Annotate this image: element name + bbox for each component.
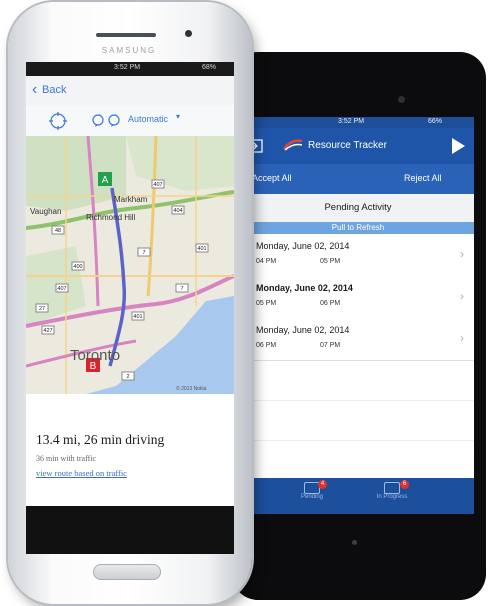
chevron-right-icon: › [460,289,464,303]
activity-start: 04 PM [256,258,277,265]
phone-brand-logo: SAMSUNG [101,46,157,55]
highway-shield: 401 [197,246,206,252]
highway-shield: 407 [153,182,162,188]
speech-bubble-icon[interactable] [92,114,104,127]
tablet-status-bar: 3:52 PM 66% [242,117,474,128]
accept-all-button[interactable]: Accept All [252,173,292,183]
tablet-home-dot [352,540,357,545]
route-info-panel: 13.4 mi, 26 min driving 36 min with traf… [26,394,234,506]
highway-shield: 2 [126,374,129,380]
phone-nav-bar: ‹ Back [26,76,234,107]
tablet-screen: 3:52 PM 66% Resource Tracker Accept All … [242,117,474,514]
tablet-camera [398,96,405,103]
phone-home-button[interactable] [93,564,161,580]
activity-end: 07 PM [320,342,341,349]
activity-row[interactable]: Monday, June 02, 2014 04 PM 05 PM › [242,234,474,277]
activity-date: Monday, June 02, 2014 [256,283,353,293]
page-title: Resource Tracker [308,140,387,151]
map-toolbar: Automatic ▾ [26,106,234,137]
tablet-status-battery: 66% [428,118,443,125]
map-label-vaughan: Vaughan [30,207,61,216]
highway-shield: 427 [43,328,52,334]
route-mode-dropdown[interactable]: Automatic [128,114,168,124]
reject-all-button[interactable]: Reject All [404,173,442,183]
map-label-toronto: Toronto [70,347,120,364]
phone-screen: 3:52 PM 68% ‹ Back Automatic ▾ A B Vaugh… [26,62,234,554]
tab-pending-label: Pending [300,494,324,500]
play-icon[interactable] [450,137,466,155]
phone-status-battery: 68% [202,64,217,71]
chevron-right-icon: › [460,331,464,345]
phone-status-bar: 3:52 PM 68% [26,62,234,76]
map-attribution: © 2013 Nokia [176,385,207,392]
phone-status-time: 3:52 PM [114,64,141,71]
activity-date: Monday, June 02, 2014 [256,241,350,251]
activity-start: 05 PM [256,300,277,307]
empty-row [242,400,474,441]
tablet-tab-bar: 4 Pending 6 In Progress [242,478,474,514]
highway-shield: 404 [173,208,182,214]
speech-bubble-icon[interactable] [108,114,120,127]
highway-shield: 407 [57,286,66,292]
activity-row[interactable]: Monday, June 02, 2014 05 PM 06 PM › [242,276,474,319]
tab-in-progress[interactable]: 6 In Progress [362,480,422,512]
map-label-richmond-hill: Richmond Hill [86,213,136,222]
empty-row [242,360,474,401]
back-button[interactable]: Back [42,84,66,96]
chevron-down-icon: ▾ [176,112,181,121]
activity-end: 06 PM [320,300,341,307]
activity-start: 06 PM [256,342,277,349]
phone-screen-footer [26,506,234,554]
in-progress-icon [384,482,400,494]
phone-speaker [96,33,156,37]
pull-to-refresh-banner[interactable]: Pull to Refresh [242,222,474,234]
tab-pending[interactable]: 4 Pending [282,480,342,512]
tablet-nav-bar: Resource Tracker [242,128,474,164]
empty-row [242,440,474,479]
chevron-left-icon[interactable]: ‹ [32,82,37,98]
tablet-action-bar: Accept All Reject All [242,164,474,194]
highway-shield: 7 [142,250,145,256]
highway-shield: 48 [55,228,61,234]
activity-row[interactable]: Monday, June 02, 2014 06 PM 07 PM › [242,318,474,361]
activity-end: 05 PM [320,258,341,265]
app-logo-icon [282,139,303,151]
highway-shield: 401 [133,314,142,320]
tablet-status-time: 3:52 PM [338,118,365,125]
route-summary: 13.4 mi, 26 min driving [36,432,165,447]
tab-in-progress-label: In Progress [376,494,408,500]
route-traffic-link[interactable]: view route based on traffic [36,468,127,478]
highway-shield: 27 [39,306,45,312]
route-map[interactable]: A B Vaughan Markham Richmond Hill Toront… [26,136,234,394]
pending-badge: 4 [318,480,327,489]
locate-icon[interactable] [48,111,68,131]
highway-shield: 7 [180,286,183,292]
section-header: Pending Activity [242,194,474,223]
in-progress-badge: 6 [400,480,409,489]
highway-shield: 400 [73,264,82,270]
chevron-right-icon: › [460,247,464,261]
map-label-markham: Markham [114,195,148,204]
route-traffic: 36 min with traffic [36,454,97,463]
phone-camera [185,30,192,37]
route-start-label: A [102,175,109,186]
activity-date: Monday, June 02, 2014 [256,325,350,335]
